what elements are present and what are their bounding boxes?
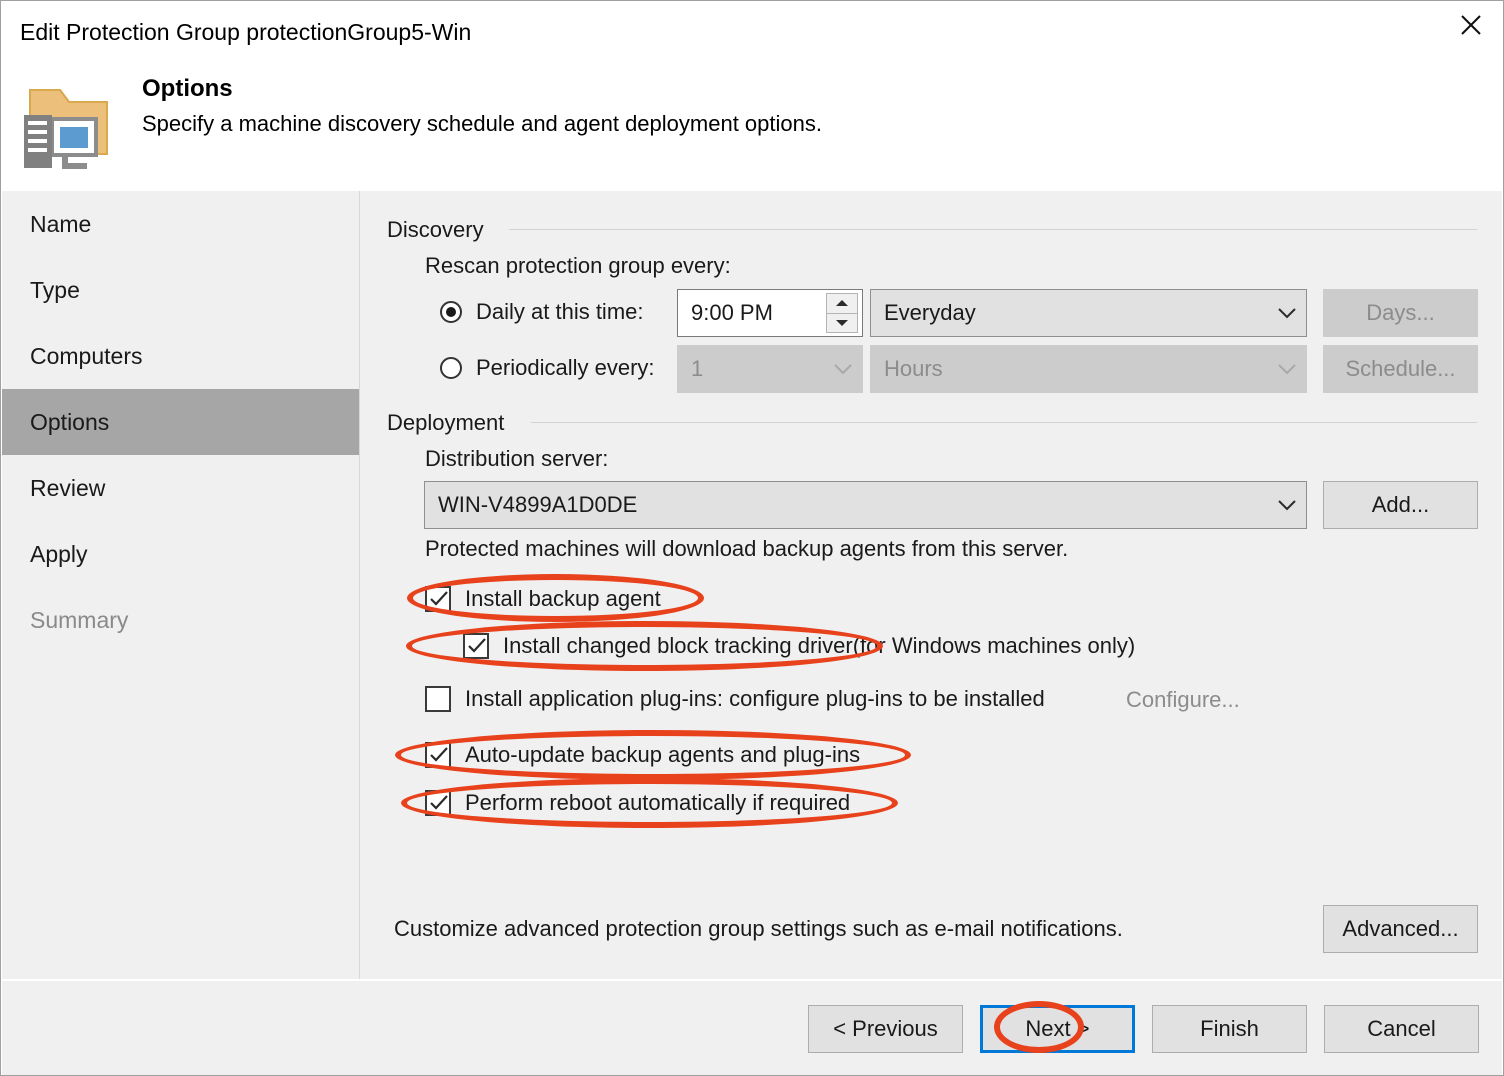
page-subtitle: Specify a machine discovery schedule and… [142,111,822,136]
install-application-plugins-checkbox[interactable]: Install application plug-ins: configure … [425,686,1045,712]
chevron-down-icon-disabled-1 [824,363,862,375]
advanced-note: Customize advanced protection group sett… [394,916,1123,941]
schedule-button: Schedule... [1323,345,1478,393]
auto-update-agents-checkbox[interactable]: Auto-update backup agents and plug-ins [425,742,860,768]
daily-at-this-time-radio[interactable]: Daily at this time: [426,299,644,325]
sidebar-item-review[interactable]: Review [2,455,359,521]
periodically-every-radio[interactable]: Periodically every: [426,355,655,381]
periodic-interval-value: 1 [691,356,704,381]
wizard-header: Options Specify a machine discovery sche… [2,65,1502,191]
checkbox-indicator-unchecked [425,686,451,712]
deployment-group-rule [531,422,1477,423]
cancel-button[interactable]: Cancel [1324,1005,1479,1053]
wizard-step-sidebar: Name Type Computers Options Review Apply… [2,191,360,979]
dialog-footer: < Previous Next > Finish Cancel [2,980,1502,1075]
sidebar-item-computers[interactable]: Computers [2,323,359,389]
page-title: Options [142,75,233,102]
perform-reboot-checkbox[interactable]: Perform reboot automatically if required [425,790,850,816]
configure-plugins-link: Configure... [1126,687,1240,712]
daily-time-value[interactable]: 9:00 PM [678,300,826,326]
checkbox-indicator-checked-4 [425,790,451,816]
daily-frequency-combo[interactable]: Everyday [870,289,1307,337]
advanced-button[interactable]: Advanced... [1323,905,1478,953]
chevron-down-icon-server [1268,499,1306,511]
install-cbt-driver-label: Install changed block tracking driver [503,633,853,658]
checkbox-indicator-checked-2 [463,633,489,659]
install-cbt-driver-checkbox[interactable]: Install changed block tracking driver (f… [463,633,1135,659]
distribution-note: Protected machines will download backup … [425,536,1069,561]
install-backup-agent-checkbox[interactable]: Install backup agent [425,586,661,612]
periodic-unit-value: Hours [884,356,943,381]
deployment-group-label: Deployment [387,410,514,436]
distribution-server-combo[interactable]: WIN-V4899A1D0DE [424,481,1307,529]
window-title: Edit Protection Group protectionGroup5-W… [20,19,472,45]
sidebar-item-summary: Summary [30,607,129,633]
discovery-group-label: Discovery [387,217,493,243]
rescan-label: Rescan protection group every: [425,253,731,278]
title-bar: Edit Protection Group protectionGroup5-W… [1,1,1503,65]
next-button[interactable]: Next > [980,1005,1135,1053]
install-application-plugins-label: Install application plug-ins: configure … [465,686,1045,711]
sidebar-item-type[interactable]: Type [2,257,359,323]
previous-button[interactable]: < Previous [808,1005,963,1053]
spinner-arrows[interactable] [826,290,858,336]
daily-time-spinner[interactable]: 9:00 PM [677,289,863,337]
dialog-body: Name Type Computers Options Review Apply… [2,191,1502,979]
finish-button[interactable]: Finish [1152,1005,1307,1053]
options-pane: Discovery Rescan protection group every:… [361,191,1502,979]
discovery-group-rule [509,229,1477,230]
spinner-up-icon[interactable] [826,293,858,314]
checkbox-indicator-checked-1 [425,586,451,612]
chevron-down-icon-disabled-2 [1268,363,1306,375]
periodic-radio-label: Periodically every: [476,355,655,380]
daily-radio-indicator [440,301,462,323]
chevron-down-icon [1268,307,1306,319]
install-backup-agent-label: Install backup agent [465,586,661,611]
distribution-server-label: Distribution server: [425,446,609,471]
daily-radio-label: Daily at this time: [476,299,644,324]
spinner-down-icon[interactable] [826,313,858,333]
sidebar-item-name[interactable]: Name [2,191,359,257]
daily-frequency-value: Everyday [884,300,976,325]
periodic-radio-indicator [440,357,462,379]
sidebar-item-options[interactable]: Options [2,389,359,455]
install-cbt-driver-note: (for Windows machines only) [852,633,1136,658]
distribution-server-value: WIN-V4899A1D0DE [438,492,638,517]
perform-reboot-label: Perform reboot automatically if required [465,790,851,815]
sidebar-item-apply[interactable]: Apply [2,521,359,587]
close-icon[interactable] [1439,2,1503,48]
protection-group-folder-icon [16,75,120,179]
days-button: Days... [1323,289,1478,337]
checkbox-indicator-checked-3 [425,742,451,768]
auto-update-agents-label: Auto-update backup agents and plug-ins [465,742,861,767]
edit-protection-group-dialog: Edit Protection Group protectionGroup5-W… [0,0,1504,1076]
periodic-interval-combo: 1 [677,345,863,393]
add-button[interactable]: Add... [1323,481,1478,529]
periodic-unit-combo: Hours [870,345,1307,393]
